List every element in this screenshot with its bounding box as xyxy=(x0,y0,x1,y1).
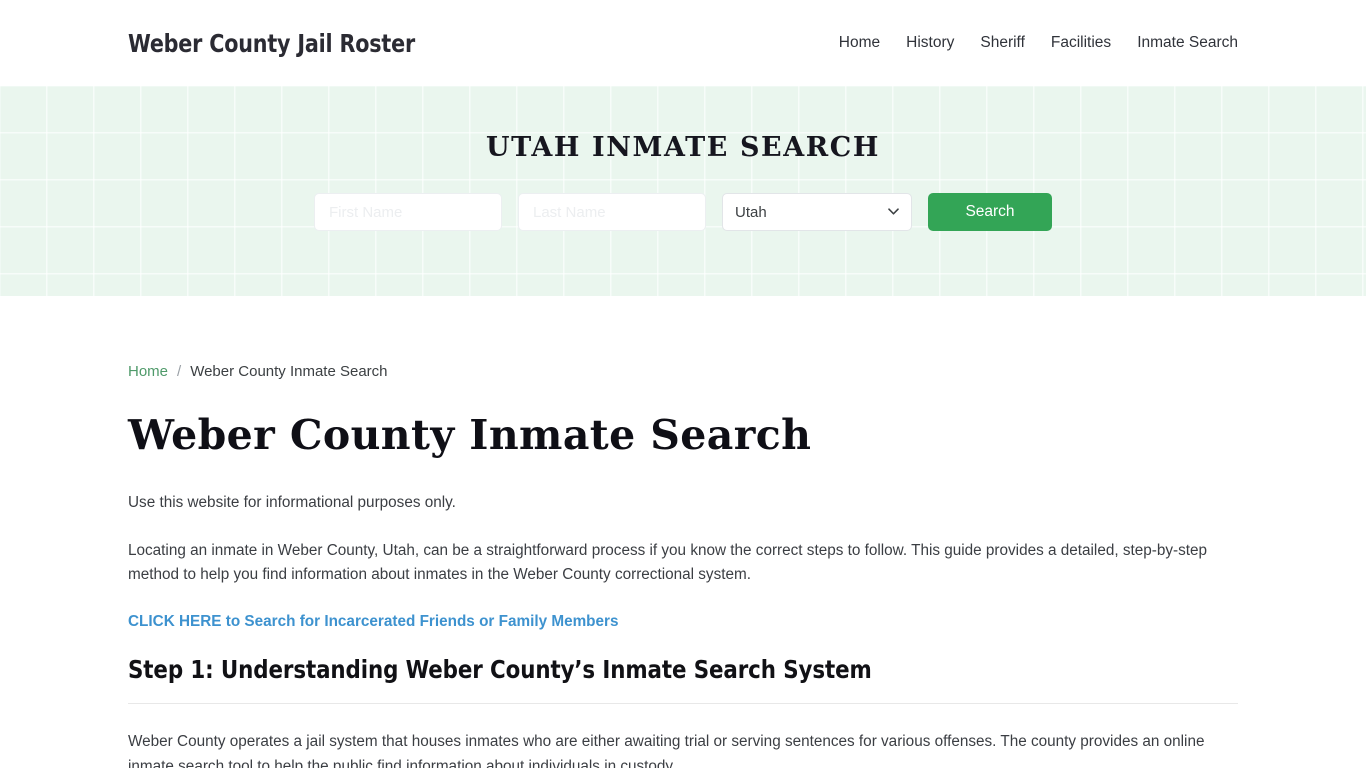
nav-item-facilities[interactable]: Facilities xyxy=(1051,35,1111,51)
step-1-heading: Step 1: Understanding Weber County’s Inm… xyxy=(128,654,872,684)
section-divider xyxy=(128,702,1238,704)
breadcrumb-item-home[interactable]: Home xyxy=(128,363,168,380)
nav-item-history[interactable]: History xyxy=(906,35,954,51)
breadcrumb-separator: / xyxy=(177,363,182,380)
state-select[interactable]: Utah xyxy=(722,193,912,231)
site-header: Weber County Jail Roster Home History Sh… xyxy=(0,0,1366,86)
nav-item-inmate-search[interactable]: Inmate Search xyxy=(1137,35,1238,51)
page-title: Weber County Inmate Search xyxy=(128,411,812,459)
last-name-input[interactable] xyxy=(518,193,706,231)
cta-search-link[interactable]: CLICK HERE to Search for Incarcerated Fr… xyxy=(128,613,619,631)
step-1-paragraph: Weber County operates a jail system that… xyxy=(128,732,1205,768)
search-button[interactable]: Search xyxy=(928,193,1052,231)
main-navigation: Home History Sheriff Facilities Inmate S… xyxy=(839,35,1238,51)
main-content: Home / Weber County Inmate Search Weber … xyxy=(0,296,1366,768)
intro-paragraph: Locating an inmate in Weber County, Utah… xyxy=(128,541,1208,583)
inmate-search-form: Utah Search xyxy=(314,193,1052,231)
nav-item-home[interactable]: Home xyxy=(839,35,880,51)
nav-item-sheriff[interactable]: Sheriff xyxy=(980,35,1025,51)
breadcrumb: Home / Weber County Inmate Search xyxy=(128,296,1238,380)
first-name-input[interactable] xyxy=(314,193,502,231)
hero-title: UTAH INMATE SEARCH xyxy=(485,132,881,163)
disclaimer-text: Use this website for informational purpo… xyxy=(128,493,456,511)
site-title[interactable]: Weber County Jail Roster xyxy=(128,29,415,58)
breadcrumb-item-current: Weber County Inmate Search xyxy=(190,363,388,380)
state-select-wrapper: Utah xyxy=(722,193,912,231)
hero-search-section: UTAH INMATE SEARCH Utah Search xyxy=(0,86,1366,296)
